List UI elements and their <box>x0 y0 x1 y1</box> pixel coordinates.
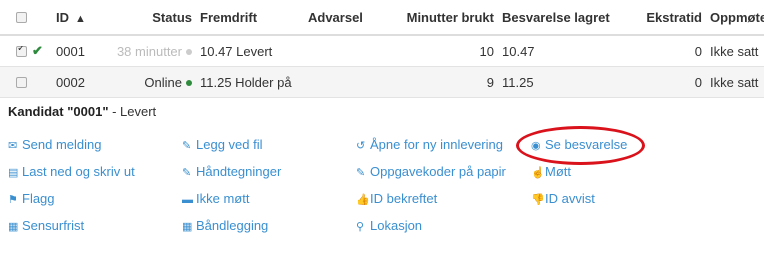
paperclip-icon: ✎ <box>182 140 192 152</box>
eye-icon: ◉ <box>531 140 541 152</box>
mott-link[interactable]: ☝Møtt <box>531 164 571 179</box>
se-besvarelse-label: Se besvarelse <box>545 137 628 152</box>
candidate-title-prefix: Kandidat <box>8 104 68 119</box>
row-id: 0001 <box>56 43 85 59</box>
sort-ascending-icon[interactable]: ▲ <box>75 13 86 25</box>
table-header: ID ▲ Status Fremdrift Advarsel Minutter b… <box>0 0 764 36</box>
envelope-icon: ✉ <box>8 140 18 152</box>
column-header-fremdrift[interactable]: Fremdrift <box>196 10 304 25</box>
column-header-ekstratid[interactable]: Ekstratid <box>620 10 706 25</box>
map-marker-icon: ⚲ <box>356 221 365 233</box>
id-bekreftet-label: ID bekreftet <box>370 191 438 206</box>
column-header-id-label: ID <box>56 9 69 25</box>
row-oppmote: Ikke satt <box>710 43 759 59</box>
thumbs-down-icon: 👎 <box>531 194 545 206</box>
row-id: 0002 <box>56 74 85 90</box>
row-lagret: 10.47 <box>502 43 535 59</box>
row-status: 38 minutter <box>98 44 196 59</box>
handtegninger-link[interactable]: ✎ Håndtegninger <box>182 164 281 179</box>
edit-icon: ✎ <box>356 167 366 179</box>
row-fremdrift: 10.47 Levert <box>200 43 273 59</box>
column-header-lagret[interactable]: Besvarelse lagret <box>498 10 620 25</box>
sensurfrist-label: Sensurfrist <box>22 218 85 233</box>
bed-icon: ▬ <box>182 194 193 206</box>
apne-ny-innlevering-link[interactable]: ↺ Åpne for ny innlevering <box>356 137 503 152</box>
mott-label: Møtt <box>545 164 571 179</box>
ikke-mott-label: Ikke møtt <box>196 191 250 206</box>
row-ekstratid: 0 <box>694 43 702 59</box>
lokasjon-link[interactable]: ⚲ Lokasjon <box>356 218 422 233</box>
se-besvarelse-link[interactable]: ◉ Se besvarelse <box>531 137 627 152</box>
candidate-table: ID ▲ Status Fremdrift Advarsel Minutter b… <box>0 0 764 98</box>
calendar-icon: ▦ <box>182 221 193 233</box>
last-ned-link[interactable]: ▤ Last ned og skriv ut <box>8 164 135 179</box>
send-melding-label: Send melding <box>22 137 102 152</box>
column-header-minutter[interactable]: Minutter brukt <box>376 10 498 25</box>
candidate-title: Kandidat "0001" - Levert <box>8 104 156 119</box>
thumbs-up-icon: 👍 <box>356 194 370 206</box>
row-lagret: 11.25 <box>502 74 534 90</box>
candidate-status: - Levert <box>108 104 157 119</box>
apne-ny-innlevering-label: Åpne for ny innlevering <box>370 137 503 152</box>
candidate-id: "0001" <box>67 104 109 119</box>
select-all-checkbox[interactable] <box>16 11 27 23</box>
sensurfrist-link[interactable]: ▦ Sensurfrist <box>8 218 84 233</box>
row-oppmote: Ikke satt <box>710 74 759 90</box>
ikke-mott-link[interactable]: ▬ Ikke møtt <box>182 191 249 206</box>
row-minutter: 10 <box>479 43 494 59</box>
hand-icon: ☝ <box>531 167 545 179</box>
lokasjon-label: Lokasjon <box>370 218 423 233</box>
select-all-cell[interactable] <box>0 11 28 23</box>
column-header-oppmote[interactable]: Oppmøte <box>706 10 764 25</box>
row-ekstratid: 0 <box>694 74 702 90</box>
last-ned-label: Last ned og skriv ut <box>22 164 135 179</box>
column-header-status[interactable]: Status <box>98 10 196 25</box>
bandlegging-label: Båndlegging <box>196 218 269 233</box>
undo-icon: ↺ <box>356 140 366 152</box>
row-minutter: 9 <box>486 74 494 90</box>
bandlegging-link[interactable]: ▦ Båndlegging <box>182 218 268 233</box>
flagg-label: Flagg <box>22 191 55 206</box>
row-status-text: Online <box>144 74 182 90</box>
column-header-advarsel[interactable]: Advarsel <box>304 10 376 25</box>
handtegninger-label: Håndtegninger <box>196 164 282 179</box>
row-status-text: 38 minutter <box>116 43 182 59</box>
oppgavekoder-link[interactable]: ✎ Oppgavekoder på papir <box>356 164 506 179</box>
id-avvist-label: ID avvist <box>545 191 595 206</box>
send-melding-link[interactable]: ✉ Send melding <box>8 137 102 152</box>
flag-icon: ⚑ <box>8 194 18 206</box>
row-fremdrift: 11.25 Holder på <box>200 74 292 90</box>
candidate-panel: Kandidat "0001" - Levert ✉ Send melding ✎… <box>0 96 764 262</box>
id-avvist-link[interactable]: 👎ID avvist <box>531 191 595 206</box>
id-bekreftet-link[interactable]: 👍ID bekreftet <box>356 191 437 206</box>
table-row[interactable]: ✔ 0001 38 minutter 10.47 Levert 10 10.47… <box>0 36 764 67</box>
table-row[interactable]: 0002 Online 11.25 Holder på 9 11.25 0 Ik… <box>0 67 764 98</box>
row-checkbox[interactable] <box>16 76 27 88</box>
row-checkbox[interactable] <box>16 45 27 57</box>
flagg-link[interactable]: ⚑ Flagg <box>8 191 55 206</box>
status-dot-icon <box>186 80 192 87</box>
column-header-id[interactable]: ID ▲ <box>52 10 98 25</box>
legg-ved-fil-link[interactable]: ✎ Legg ved fil <box>182 137 263 152</box>
legg-ved-fil-label: Legg ved fil <box>196 137 263 152</box>
calendar-icon: ▦ <box>8 221 19 233</box>
file-icon: ▤ <box>8 167 19 179</box>
edit-icon: ✎ <box>182 167 192 179</box>
row-status: Online <box>98 75 196 90</box>
delivered-check-icon: ✔ <box>32 43 43 58</box>
status-dot-icon <box>186 49 192 56</box>
oppgavekoder-label: Oppgavekoder på papir <box>370 164 506 179</box>
